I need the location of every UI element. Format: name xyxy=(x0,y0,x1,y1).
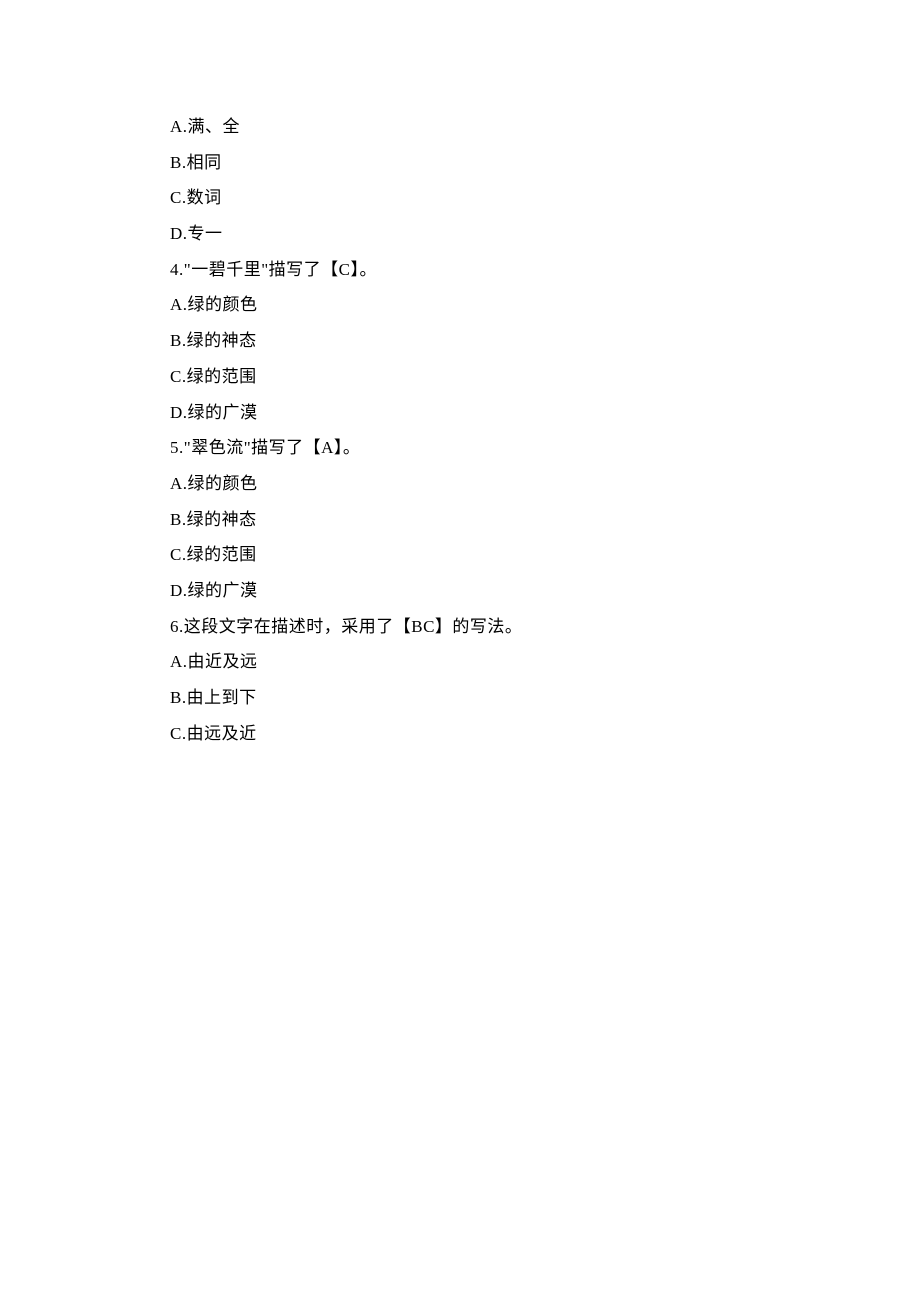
option-line: D.绿的广漠 xyxy=(170,573,920,609)
option-line: D.绿的广漠 xyxy=(170,395,920,431)
question-line: 6.这段文字在描述时，采用了【BC】的写法。 xyxy=(170,609,920,645)
question-line: 4."一碧千里"描写了【C】。 xyxy=(170,252,920,288)
option-line: A.满、全 xyxy=(170,109,920,145)
option-line: A.绿的颜色 xyxy=(170,466,920,502)
option-line: B.由上到下 xyxy=(170,680,920,716)
question-line: 5."翠色流"描写了【A】。 xyxy=(170,430,920,466)
option-line: C.数词 xyxy=(170,180,920,216)
option-line: C.绿的范围 xyxy=(170,359,920,395)
option-line: B.相同 xyxy=(170,145,920,181)
option-line: C.由远及近 xyxy=(170,716,920,752)
option-line: A.绿的颜色 xyxy=(170,287,920,323)
option-line: A.由近及远 xyxy=(170,644,920,680)
option-line: C.绿的范围 xyxy=(170,537,920,573)
option-line: B.绿的神态 xyxy=(170,502,920,538)
option-line: D.专一 xyxy=(170,216,920,252)
option-line: B.绿的神态 xyxy=(170,323,920,359)
